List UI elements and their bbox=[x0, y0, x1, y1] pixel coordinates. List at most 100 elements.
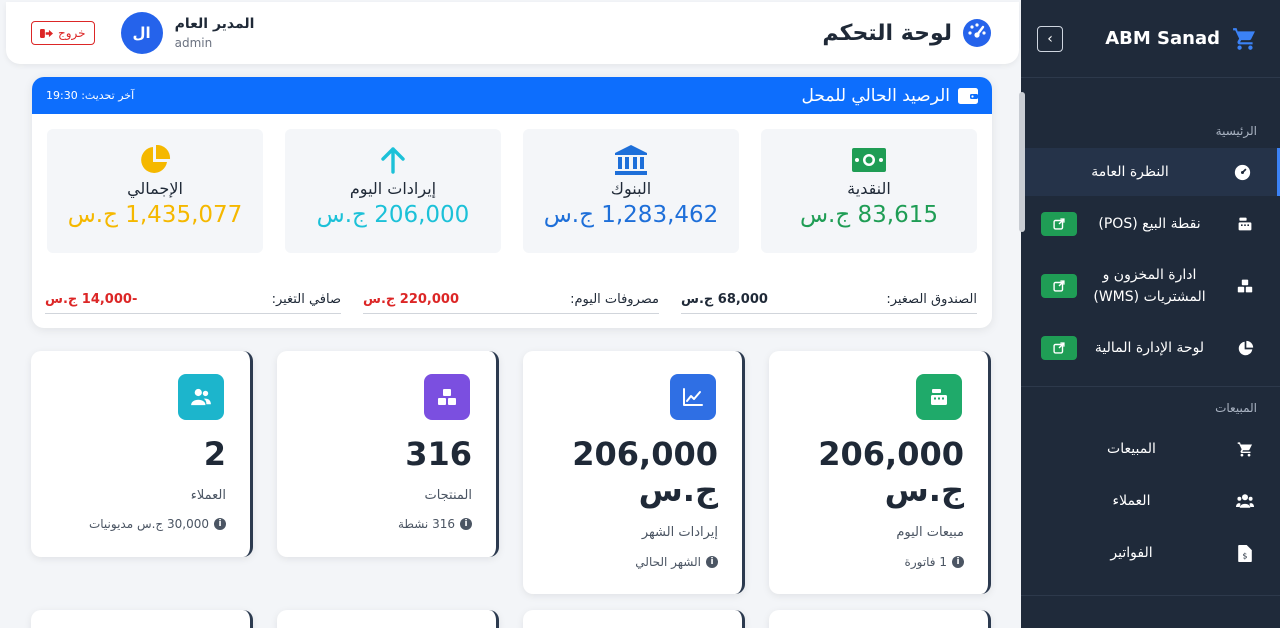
sidebar-divider bbox=[1021, 595, 1280, 596]
scrollbar-thumb[interactable] bbox=[1019, 92, 1025, 232]
stat-value: 206,000 ج.س bbox=[572, 435, 718, 509]
info-icon: i bbox=[214, 518, 226, 530]
stat-card-partial bbox=[769, 610, 991, 628]
stat-footer: i 1 فاتورة bbox=[905, 555, 964, 569]
sidebar-section-main: الرئيسية bbox=[1215, 124, 1257, 138]
stat-footer-text: 30,000 ج.س مديونيات bbox=[88, 517, 209, 531]
cash-register-icon bbox=[1236, 215, 1254, 233]
last-update: آخر تحديث: 19:30 bbox=[46, 89, 135, 102]
sidebar-item-invoices[interactable]: $ الفواتير bbox=[1021, 527, 1280, 579]
stat-label: المنتجات bbox=[424, 488, 472, 503]
stat-label: إيرادات الشهر bbox=[641, 525, 718, 540]
summary-value: -14,000 ج.س bbox=[45, 291, 138, 307]
sidebar-header: ABM Sanad › bbox=[1021, 0, 1280, 78]
external-link-icon[interactable] bbox=[1041, 212, 1077, 236]
pie-chart-icon bbox=[1236, 339, 1254, 357]
stat-footer-text: 1 فاتورة bbox=[904, 555, 947, 569]
brand[interactable]: ABM Sanad bbox=[1105, 26, 1260, 52]
cash-register-icon bbox=[916, 374, 962, 420]
boxes-icon bbox=[1236, 277, 1254, 295]
tile-value: 206,000 ج.س bbox=[316, 202, 470, 228]
tile-label: الإجمالي bbox=[127, 179, 183, 198]
money-icon bbox=[761, 145, 977, 175]
sidebar-item-label: نقطة البيع (POS) bbox=[1098, 215, 1201, 232]
tile-banks: البنوك 1,283,462 ج.س bbox=[523, 129, 739, 253]
stat-footer-text: الشهر الحالي bbox=[635, 555, 701, 569]
balance-title: الرصيد الحالي للمحل bbox=[802, 86, 978, 106]
bank-icon bbox=[523, 145, 739, 175]
tile-value: 83,615 ج.س bbox=[799, 202, 939, 228]
pie-chart-icon bbox=[47, 145, 263, 175]
page-title: لوحة التحكم bbox=[822, 18, 992, 48]
stat-card-today-sales[interactable]: 206,000 ج.س مبيعات اليوم i 1 فاتورة bbox=[769, 351, 991, 594]
brand-name: ABM Sanad bbox=[1105, 28, 1220, 49]
user-name: المدير العام bbox=[174, 16, 255, 32]
tile-label: النقدية bbox=[847, 179, 891, 198]
tile-label: البنوك bbox=[610, 179, 652, 198]
sidebar-item-sales[interactable]: المبيعات bbox=[1021, 423, 1280, 475]
stat-value: 206,000 ج.س bbox=[818, 435, 964, 509]
tile-today-revenue: إيرادات اليوم 206,000 ج.س bbox=[285, 129, 501, 253]
external-link-icon[interactable] bbox=[1041, 274, 1077, 298]
user-panel: المدير العام admin ال خروج bbox=[31, 12, 254, 54]
stat-card-customers[interactable]: 2 العملاء i 30,000 ج.س مديونيات bbox=[31, 351, 253, 557]
info-icon: i bbox=[460, 518, 472, 530]
sign-out-icon bbox=[40, 28, 53, 38]
stat-card-partial bbox=[523, 610, 745, 628]
stat-card-partial bbox=[31, 610, 253, 628]
summary-label: مصروفات اليوم: bbox=[570, 291, 659, 307]
invoice-icon: $ bbox=[1236, 544, 1254, 562]
gauge-icon bbox=[963, 19, 991, 47]
info-icon: i bbox=[952, 556, 964, 568]
sidebar-item-overview[interactable]: النظرة العامة bbox=[1021, 148, 1280, 196]
cart-icon bbox=[1236, 440, 1254, 458]
balance-title-text: الرصيد الحالي للمحل bbox=[801, 85, 950, 106]
sidebar-item-finance[interactable]: لوحة الإدارة المالية bbox=[1021, 324, 1280, 372]
summary-value: 220,000 ج.س bbox=[363, 291, 459, 307]
sidebar-item-label: العملاء bbox=[1112, 492, 1151, 509]
chevron-right-icon: › bbox=[1047, 30, 1053, 47]
stat-footer: i 30,000 ج.س مديونيات bbox=[89, 517, 226, 531]
balance-summary: الصندوق الصغير: 68,000 ج.س مصروفات اليوم… bbox=[45, 285, 977, 315]
sidebar-item-label: المبيعات bbox=[1107, 440, 1156, 457]
info-icon: i bbox=[706, 556, 718, 568]
external-link-icon[interactable] bbox=[1041, 336, 1077, 360]
boxes-icon bbox=[424, 374, 470, 420]
summary-label: الصندوق الصغير: bbox=[886, 291, 977, 307]
user-role: admin bbox=[174, 36, 213, 50]
wallet-icon bbox=[958, 87, 978, 104]
sidebar-item-label: الفواتير bbox=[1110, 544, 1153, 561]
stat-footer: i الشهر الحالي bbox=[635, 555, 718, 569]
sidebar-item-label: النظرة العامة bbox=[1091, 163, 1169, 180]
stat-value: 316 bbox=[405, 435, 472, 473]
stat-card-partial bbox=[277, 610, 499, 628]
sidebar-item-customers[interactable]: العملاء bbox=[1021, 475, 1280, 527]
stat-label: مبيعات اليوم bbox=[896, 525, 964, 540]
sidebar-item-wms[interactable]: ادارة المخزون و المشتريات (WMS) bbox=[1021, 248, 1280, 324]
sidebar-item-label: ادارة المخزون و المشتريات (WMS) bbox=[1093, 266, 1206, 305]
summary-net-change: صافي التغير: -14,000 ج.س bbox=[45, 285, 341, 314]
logout-button[interactable]: خروج bbox=[31, 21, 95, 45]
stat-card-month-revenue[interactable]: 206,000 ج.س إيرادات الشهر i الشهر الحالي bbox=[523, 351, 745, 594]
line-chart-icon bbox=[670, 374, 716, 420]
summary-value: 68,000 ج.س bbox=[681, 291, 768, 307]
gauge-icon bbox=[1233, 163, 1251, 181]
top-header: لوحة التحكم المدير العام admin ال خروج bbox=[6, 2, 1019, 64]
users-icon bbox=[1236, 492, 1254, 510]
summary-petty-cash: الصندوق الصغير: 68,000 ج.س bbox=[681, 285, 977, 314]
sidebar-item-label: لوحة الإدارة المالية bbox=[1094, 339, 1205, 356]
users-icon bbox=[178, 374, 224, 420]
avatar[interactable]: ال bbox=[120, 12, 163, 54]
sidebar: ABM Sanad › الرئيسية النظرة العامة نقطة … bbox=[1021, 0, 1280, 628]
sidebar-toggle-button[interactable]: › bbox=[1037, 25, 1063, 52]
arrow-up-icon bbox=[285, 145, 501, 175]
stat-footer-text: 316 نشطة bbox=[397, 517, 455, 531]
summary-label: صافي التغير: bbox=[271, 291, 341, 307]
balance-header: الرصيد الحالي للمحل آخر تحديث: 19:30 bbox=[32, 77, 992, 114]
balance-tiles: النقدية 83,615 ج.س البنوك 1,283,462 ج.س … bbox=[47, 129, 977, 253]
cart-icon bbox=[1233, 27, 1255, 50]
tile-value: 1,435,077 ج.س bbox=[67, 202, 243, 228]
stat-card-products[interactable]: 316 المنتجات i 316 نشطة bbox=[277, 351, 499, 557]
sidebar-item-pos[interactable]: نقطة البيع (POS) bbox=[1021, 200, 1280, 248]
tile-value: 1,283,462 ج.س bbox=[543, 202, 719, 228]
